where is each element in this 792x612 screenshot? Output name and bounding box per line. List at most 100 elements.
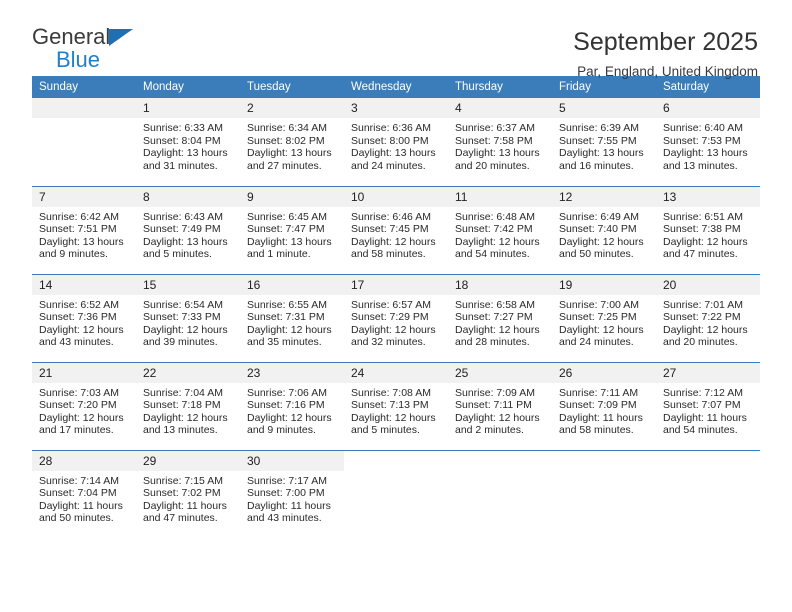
daylight-text-line1: Daylight: 12 hours xyxy=(247,323,332,336)
day-details: Sunrise: 6:55 AM Sunset: 7:31 PM Daylight:… xyxy=(240,295,344,349)
day-cell-inner: 15 Sunrise: 6:54 AM Sunset: 7:33 PM Dayligh… xyxy=(136,274,240,362)
daylight-text-line2: and 24 minutes. xyxy=(559,336,634,349)
calendar-day-cell[interactable]: 3 Sunrise: 6:36 AM Sunset: 8:00 PM Daylight… xyxy=(344,98,448,186)
day-number xyxy=(656,451,760,471)
daylight-text-line2: and 50 minutes. xyxy=(39,512,114,525)
calendar-day-cell-empty xyxy=(656,449,760,538)
sunrise-text: Sunrise: 6:33 AM xyxy=(143,122,223,134)
daylight-text-line1: Daylight: 13 hours xyxy=(247,235,332,248)
sunrise-text: Sunrise: 7:09 AM xyxy=(455,386,535,399)
day-number: 18 xyxy=(448,274,552,295)
day-number: 6 xyxy=(656,98,760,118)
day-cell-inner: 13 Sunrise: 6:51 AM Sunset: 7:38 PM Dayligh… xyxy=(656,186,760,274)
daylight-text-line1: Daylight: 12 hours xyxy=(39,411,124,424)
day-number: 23 xyxy=(240,362,344,383)
day-number: 8 xyxy=(136,186,240,207)
calendar-day-cell[interactable]: 29 Sunrise: 7:15 AM Sunset: 7:02 PM Dayligh… xyxy=(136,449,240,538)
day-cell-inner xyxy=(32,98,136,186)
calendar-day-cell[interactable]: 8 Sunrise: 6:43 AM Sunset: 7:49 PM Daylight… xyxy=(136,185,240,274)
sunrise-text: Sunrise: 7:17 AM xyxy=(247,474,327,487)
calendar-day-cell[interactable]: 6 Sunrise: 6:40 AM Sunset: 7:53 PM Daylight… xyxy=(656,98,760,186)
calendar-grid: Sunday Monday Tuesday Wednesday Thursday Frid… xyxy=(32,76,760,538)
day-number: 26 xyxy=(552,362,656,383)
calendar-day-cell[interactable]: 11 Sunrise: 6:48 AM Sunset: 7:42 PM Dayligh… xyxy=(448,185,552,274)
daylight-text-line1: Daylight: 13 hours xyxy=(663,147,748,160)
day-cell-inner: 4 Sunrise: 6:37 AM Sunset: 7:58 PM Daylight… xyxy=(448,98,552,186)
day-details: Sunrise: 6:48 AM Sunset: 7:42 PM Daylight:… xyxy=(448,207,552,261)
sunrise-text: Sunrise: 6:48 AM xyxy=(455,210,535,223)
calendar-day-cell[interactable]: 13 Sunrise: 6:51 AM Sunset: 7:38 PM Dayligh… xyxy=(656,185,760,274)
day-number: 9 xyxy=(240,186,344,207)
daylight-text-line2: and 27 minutes. xyxy=(247,159,322,172)
calendar-week-row: 21 Sunrise: 7:03 AM Sunset: 7:20 PM Dayligh… xyxy=(32,361,760,450)
sunset-text: Sunset: 7:58 PM xyxy=(455,134,533,147)
sunset-text: Sunset: 7:16 PM xyxy=(247,399,325,412)
calendar-day-cell[interactable]: 7 Sunrise: 6:42 AM Sunset: 7:51 PM Daylight… xyxy=(32,185,136,274)
day-cell-inner: 11 Sunrise: 6:48 AM Sunset: 7:42 PM Dayligh… xyxy=(448,186,552,274)
daylight-text-line2: and 58 minutes. xyxy=(351,248,426,261)
sunrise-text: Sunrise: 7:08 AM xyxy=(351,386,431,399)
sunset-text: Sunset: 7:55 PM xyxy=(559,134,637,147)
day-number: 14 xyxy=(32,274,136,295)
daylight-text-line2: and 54 minutes. xyxy=(455,248,530,261)
sunset-text: Sunset: 7:02 PM xyxy=(143,487,221,500)
daylight-text-line1: Daylight: 13 hours xyxy=(247,147,332,160)
weekday-header-wednesday: Wednesday xyxy=(344,76,448,98)
calendar-day-cell[interactable]: 2 Sunrise: 6:34 AM Sunset: 8:02 PM Daylight… xyxy=(240,98,344,186)
logo-text-blue: Blue xyxy=(56,47,101,72)
day-number: 16 xyxy=(240,274,344,295)
day-number xyxy=(552,451,656,471)
calendar-day-cell[interactable]: 1 Sunrise: 6:33 AM Sunset: 8:04 PM Daylight… xyxy=(136,98,240,186)
calendar-day-cell[interactable]: 25 Sunrise: 7:09 AM Sunset: 7:11 PM Dayligh… xyxy=(448,361,552,450)
daylight-text-line1: Daylight: 12 hours xyxy=(247,411,332,424)
calendar-day-cell[interactable]: 22 Sunrise: 7:04 AM Sunset: 7:18 PM Dayligh… xyxy=(136,361,240,450)
sunrise-text: Sunrise: 7:12 AM xyxy=(663,386,743,399)
calendar-day-cell[interactable]: 14 Sunrise: 6:52 AM Sunset: 7:36 PM Dayligh… xyxy=(32,273,136,362)
calendar-day-cell[interactable]: 21 Sunrise: 7:03 AM Sunset: 7:20 PM Dayligh… xyxy=(32,361,136,450)
calendar-day-cell[interactable]: 5 Sunrise: 6:39 AM Sunset: 7:55 PM Daylight… xyxy=(552,98,656,186)
daylight-text-line2: and 9 minutes. xyxy=(39,248,108,261)
calendar-week-row: 28 Sunrise: 7:14 AM Sunset: 7:04 PM Dayligh… xyxy=(32,449,760,538)
day-cell-inner: 8 Sunrise: 6:43 AM Sunset: 7:49 PM Daylight… xyxy=(136,186,240,274)
calendar-day-cell[interactable]: 20 Sunrise: 7:01 AM Sunset: 7:22 PM Dayligh… xyxy=(656,273,760,362)
calendar-day-cell[interactable]: 10 Sunrise: 6:46 AM Sunset: 7:45 PM Dayligh… xyxy=(344,185,448,274)
sunrise-text: Sunrise: 7:01 AM xyxy=(663,298,743,311)
daylight-text-line2: and 50 minutes. xyxy=(559,248,634,261)
calendar-day-cell[interactable]: 18 Sunrise: 6:58 AM Sunset: 7:27 PM Dayligh… xyxy=(448,273,552,362)
daylight-text-line2: and 13 minutes. xyxy=(663,159,738,172)
day-cell-inner: 10 Sunrise: 6:46 AM Sunset: 7:45 PM Dayligh… xyxy=(344,186,448,274)
daylight-text-line2: and 54 minutes. xyxy=(663,424,738,437)
calendar-day-cell[interactable]: 12 Sunrise: 6:49 AM Sunset: 7:40 PM Dayligh… xyxy=(552,185,656,274)
day-details: Sunrise: 6:37 AM Sunset: 7:58 PM Daylight:… xyxy=(448,118,552,172)
calendar-day-cell[interactable]: 28 Sunrise: 7:14 AM Sunset: 7:04 PM Dayligh… xyxy=(32,449,136,538)
sunrise-text: Sunrise: 6:52 AM xyxy=(39,298,119,311)
calendar-day-cell[interactable]: 27 Sunrise: 7:12 AM Sunset: 7:07 PM Dayligh… xyxy=(656,361,760,450)
day-details: Sunrise: 7:04 AM Sunset: 7:18 PM Daylight:… xyxy=(136,383,240,437)
calendar-day-cell[interactable]: 9 Sunrise: 6:45 AM Sunset: 7:47 PM Daylight… xyxy=(240,185,344,274)
daylight-text-line1: Daylight: 11 hours xyxy=(143,499,227,512)
page-header: General Blue September 2025 Par, England… xyxy=(0,0,792,79)
sunrise-text: Sunrise: 6:55 AM xyxy=(247,298,327,311)
calendar-day-cell[interactable]: 23 Sunrise: 7:06 AM Sunset: 7:16 PM Dayligh… xyxy=(240,361,344,450)
daylight-text-line2: and 43 minutes. xyxy=(247,512,322,525)
sunset-text: Sunset: 7:11 PM xyxy=(455,399,532,412)
weekday-header-monday: Monday xyxy=(136,76,240,98)
day-details: Sunrise: 7:17 AM Sunset: 7:00 PM Daylight:… xyxy=(240,471,344,525)
day-details: Sunrise: 6:42 AM Sunset: 7:51 PM Daylight:… xyxy=(32,207,136,261)
day-details: Sunrise: 6:45 AM Sunset: 7:47 PM Daylight:… xyxy=(240,207,344,261)
calendar-day-cell[interactable]: 16 Sunrise: 6:55 AM Sunset: 7:31 PM Dayligh… xyxy=(240,273,344,362)
calendar-day-cell-empty xyxy=(552,449,656,538)
day-number: 15 xyxy=(136,274,240,295)
day-details: Sunrise: 6:52 AM Sunset: 7:36 PM Daylight:… xyxy=(32,295,136,349)
sunset-text: Sunset: 7:49 PM xyxy=(143,223,221,236)
day-details: Sunrise: 7:03 AM Sunset: 7:20 PM Daylight:… xyxy=(32,383,136,437)
calendar-day-cell[interactable]: 15 Sunrise: 6:54 AM Sunset: 7:33 PM Dayligh… xyxy=(136,273,240,362)
day-details: Sunrise: 6:49 AM Sunset: 7:40 PM Daylight:… xyxy=(552,207,656,261)
calendar-day-cell[interactable]: 26 Sunrise: 7:11 AM Sunset: 7:09 PM Dayligh… xyxy=(552,361,656,450)
calendar-day-cell[interactable]: 4 Sunrise: 6:37 AM Sunset: 7:58 PM Daylight… xyxy=(448,98,552,186)
calendar-day-cell[interactable]: 24 Sunrise: 7:08 AM Sunset: 7:13 PM Dayligh… xyxy=(344,361,448,450)
calendar-day-cell[interactable]: 30 Sunrise: 7:17 AM Sunset: 7:00 PM Dayligh… xyxy=(240,449,344,538)
daylight-text-line1: Daylight: 12 hours xyxy=(663,235,748,248)
calendar-day-cell[interactable]: 17 Sunrise: 6:57 AM Sunset: 7:29 PM Dayligh… xyxy=(344,273,448,362)
calendar-day-cell[interactable]: 19 Sunrise: 7:00 AM Sunset: 7:25 PM Dayligh… xyxy=(552,273,656,362)
